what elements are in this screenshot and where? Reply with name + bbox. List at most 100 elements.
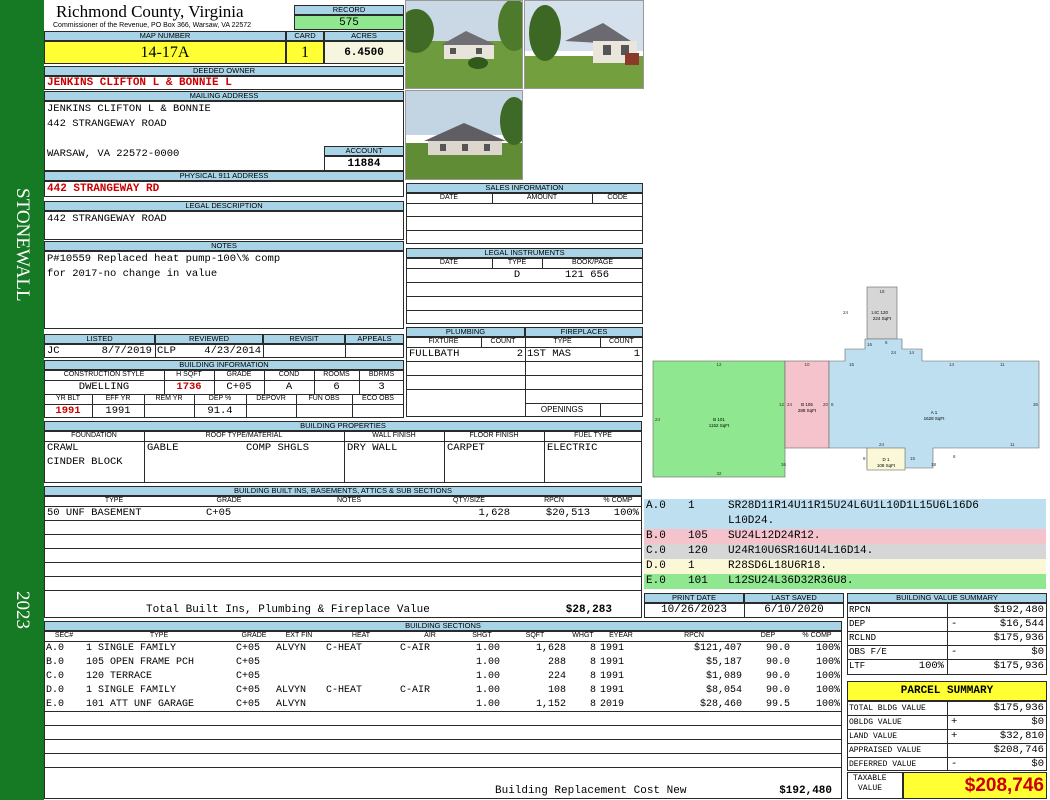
sketch-label-d: D 1 [882,457,890,462]
building-condition: A [285,381,293,393]
district-sidebar: STONEWALL 2023 [0,0,44,800]
reviewed-header: REVIEWED [155,334,263,344]
sketch-code-row: E.0 101 L12SU24L36D32R36U8. [644,574,1046,589]
col-depovr: DEPOVR [256,395,286,402]
svg-text:14: 14 [949,362,955,367]
property-photo-side [524,0,644,89]
bv-rpcn-value: $192,480 [993,604,1044,616]
section-heat [324,655,398,669]
bv-obs-label: OBS F/E [849,647,887,657]
plumbing-col-fixture: FIXTURE [428,338,459,345]
builtin-rpcn: $20,513 [545,507,590,519]
parcel-total-bldg-value: $175,936 [993,702,1044,714]
instruments-col-bookpage: BOOK/PAGE [571,259,614,266]
listed-date: 8/7/2019 [101,345,152,357]
col-rooms: ROOMS [323,371,350,378]
instrument-bookpage: 121 656 [565,269,610,281]
sections-col-sqft: SQFT [525,632,545,639]
section-dep: 90.0 [765,670,790,682]
fireplaces-header: FIREPLACES [525,327,643,337]
notes-line-2: for 2017-no change in value [47,268,218,280]
notes-line-1: P#10559 Replaced heat pump-100\% comp [47,253,281,265]
parcel-total-bldg-label: TOTAL BLDG VALUE [849,704,926,713]
section-sec: B.0 [46,656,65,668]
county-header: Richmond County, Virginia Commissioner o… [46,1,294,31]
sketch-area-a [828,338,1040,469]
svg-text:18: 18 [931,462,937,467]
col-hsqft: H SQFT [176,371,202,378]
instruments-col-type: TYPE [507,259,527,266]
svg-text:24: 24 [879,442,885,447]
section-sqft: 108 [547,684,566,696]
sections-col-heat: HEAT [351,632,371,639]
building-info-header: BUILDING INFORMATION [44,360,404,370]
sections-col-rpcn: RPCN [684,632,704,639]
bv-rclnd-label: RCLND [849,633,877,643]
sketch-code-row: C.0 120 U24R10U6SR16U14L16D14. [644,544,1046,559]
fireplace-col-type: TYPE [553,338,572,345]
svg-text:12: 12 [779,402,785,407]
section-type: 105 OPEN FRAME PCH [86,656,195,668]
plumbing-col-count: COUNT [490,338,516,345]
col-floor-finish: FLOOR FINISH [469,432,519,439]
taxable-label-1: TAXABLE [853,774,887,783]
section-grade: C+05 [236,656,261,668]
section-row: D.0 1 SINGLE FAMILY C+05 ALVYN C-HEAT C-AIR 1.… [44,683,842,697]
builtins-col-type: TYPE [104,497,124,504]
foundation-type: CRAWL [47,442,79,454]
col-bdrms: BDRMS [368,371,395,378]
section-ext [274,669,324,683]
col-construction-style: CONSTRUCTION STYLE [63,371,145,378]
section-sqft: 1,628 [535,642,566,654]
sections-col-comp: % COMP [802,632,832,639]
section-type: 1 SINGLE FAMILY [86,642,177,654]
section-shgt: 1.00 [475,670,500,682]
svg-text:14: 14 [871,310,877,315]
reviewed-date: 4/23/2014 [204,345,261,357]
property-photo-front [405,0,523,89]
svg-text:24: 24 [787,402,793,407]
svg-text:12: 12 [716,362,722,367]
physical-address: 442 STRANGEWAY RD [47,183,160,195]
bv-rclnd-value: $175,936 [993,632,1044,644]
instrument-type: D [513,269,521,281]
svg-text:8: 8 [863,456,866,461]
section-air: C-AIR [400,642,431,654]
builtins-col-comp: % COMP [603,497,633,504]
section-rpcn: $1,089 [705,670,742,682]
plumbing-count: 2 [516,348,523,360]
section-type: 101 ATT UNF GARAGE [86,698,195,710]
section-whgt: 8 [589,670,596,682]
section-grade: C+05 [236,698,261,710]
sales-col-code: CODE [607,194,628,201]
sketch-label-e: B 101 [713,417,725,422]
svg-text:36: 36 [1033,402,1039,407]
sketch-sqft-d: 108 SqFt [877,463,896,468]
fuel-type: ELECTRIC [547,442,598,454]
record-header: RECORD [294,5,404,15]
listed-header: LISTED [44,334,155,344]
wall-finish: DRY WALL [347,442,398,454]
legal-description: 442 STRANGEWAY ROAD [47,213,167,225]
reviewed-by: CLP [157,345,176,357]
builtin-comp: 100% [613,507,639,519]
section-rpcn: $5,187 [705,656,742,668]
section-shgt: 1.00 [475,684,500,696]
section-grade: C+05 [236,670,261,682]
physical-address-header: PHYSICAL 911 ADDRESS [44,171,404,181]
builtin-type: 50 UNF BASEMENT [47,507,142,519]
col-rem-yr: REM YR [155,395,183,402]
parcel-obldg-value: $0 [1031,716,1044,728]
sections-col-whgt: WHGT [572,632,594,639]
mailing-line-3: WARSAW, VA 22572-0000 [47,148,180,160]
section-rpcn: $8,054 [705,684,742,696]
sketch-code-row: A.0 1 SR28D11R14U11R15U24L6U1L10D1L15U6L… [644,499,1046,529]
room-count: 6 [333,381,340,393]
sketch-code-row: B.0 105 SU24L12D24R12. [644,529,1046,544]
section-sqft: 224 [547,670,566,682]
section-ext [274,655,324,669]
sections-col-sec: SEC# [54,632,74,639]
replacement-cost-value: $192,480 [779,785,832,797]
parcel-summary-title: PARCEL SUMMARY [847,681,1047,701]
sales-header: SALES INFORMATION [406,183,643,193]
